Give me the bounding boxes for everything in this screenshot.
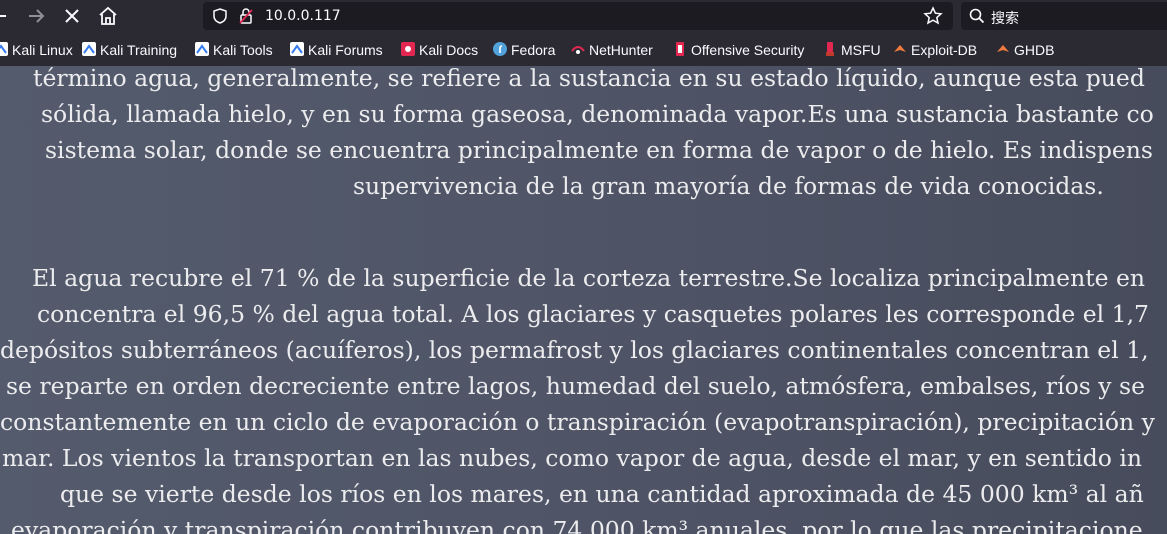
paragraph-line: que se vierte desde los ríos en los mare… <box>60 480 1144 508</box>
search-placeholder[interactable]: 搜索 <box>991 8 1019 28</box>
shield-icon[interactable] <box>211 7 229 29</box>
paragraph-line: sólida, llamada hielo, y en su forma gas… <box>41 100 1154 128</box>
kali-icon <box>82 42 96 56</box>
exploitdb-icon <box>894 45 906 52</box>
kali-icon <box>195 42 209 56</box>
stop-loading-button[interactable] <box>60 4 84 28</box>
paragraph-line: término agua, generalmente, se refiere a… <box>33 66 1145 92</box>
paragraph-line: supervivencia de la gran mayoría de form… <box>353 172 1104 200</box>
back-arrow-icon <box>0 15 6 17</box>
paragraph-line: depósitos subterráneos (acuíferos), los … <box>0 336 1149 364</box>
msfu-icon <box>826 42 834 56</box>
bookmark-star-icon[interactable] <box>923 6 943 30</box>
home-button[interactable] <box>96 4 120 28</box>
paragraph-line: sistema solar, donde se encuentra princi… <box>45 136 1153 164</box>
page-content: término agua, generalmente, se refiere a… <box>0 66 1167 534</box>
search-icon <box>969 8 985 28</box>
kali-icon <box>290 42 304 56</box>
search-bar[interactable]: 搜索 <box>961 2 1167 30</box>
back-button[interactable] <box>0 4 18 28</box>
close-icon <box>65 9 79 23</box>
insecure-lock-icon[interactable] <box>237 7 255 29</box>
nethunter-icon <box>571 46 585 54</box>
fedora-icon <box>493 42 507 56</box>
kali-icon <box>0 42 8 56</box>
paragraph-line: evaporación y transpiración contribuyen … <box>11 516 1143 534</box>
paragraph-line: constantemente en un ciclo de evaporació… <box>0 408 1155 436</box>
forward-button[interactable] <box>24 4 48 28</box>
browser-toolbar: 10.0.0.117 搜索 <box>0 0 1167 32</box>
ghdb-icon <box>997 45 1009 52</box>
offsec-icon <box>676 42 684 56</box>
paragraph-line: mar. Los vientos la transportan en las n… <box>2 444 1143 472</box>
home-icon <box>99 6 117 25</box>
paragraph-line: concentra el 96,5 % del agua total. A lo… <box>37 300 1150 328</box>
paragraph-line: se reparte en orden decreciente entre la… <box>6 372 1146 400</box>
forward-arrow-icon <box>29 9 45 23</box>
kali-docs-icon <box>401 42 415 56</box>
bookmarks-toolbar: Kali Linux Kali Training Kali Tools Kali… <box>0 32 1167 67</box>
paragraph-line: El agua recubre el 71 % de la superficie… <box>32 264 1146 292</box>
url-text[interactable]: 10.0.0.117 <box>265 8 341 24</box>
url-bar[interactable]: 10.0.0.117 <box>203 2 953 30</box>
